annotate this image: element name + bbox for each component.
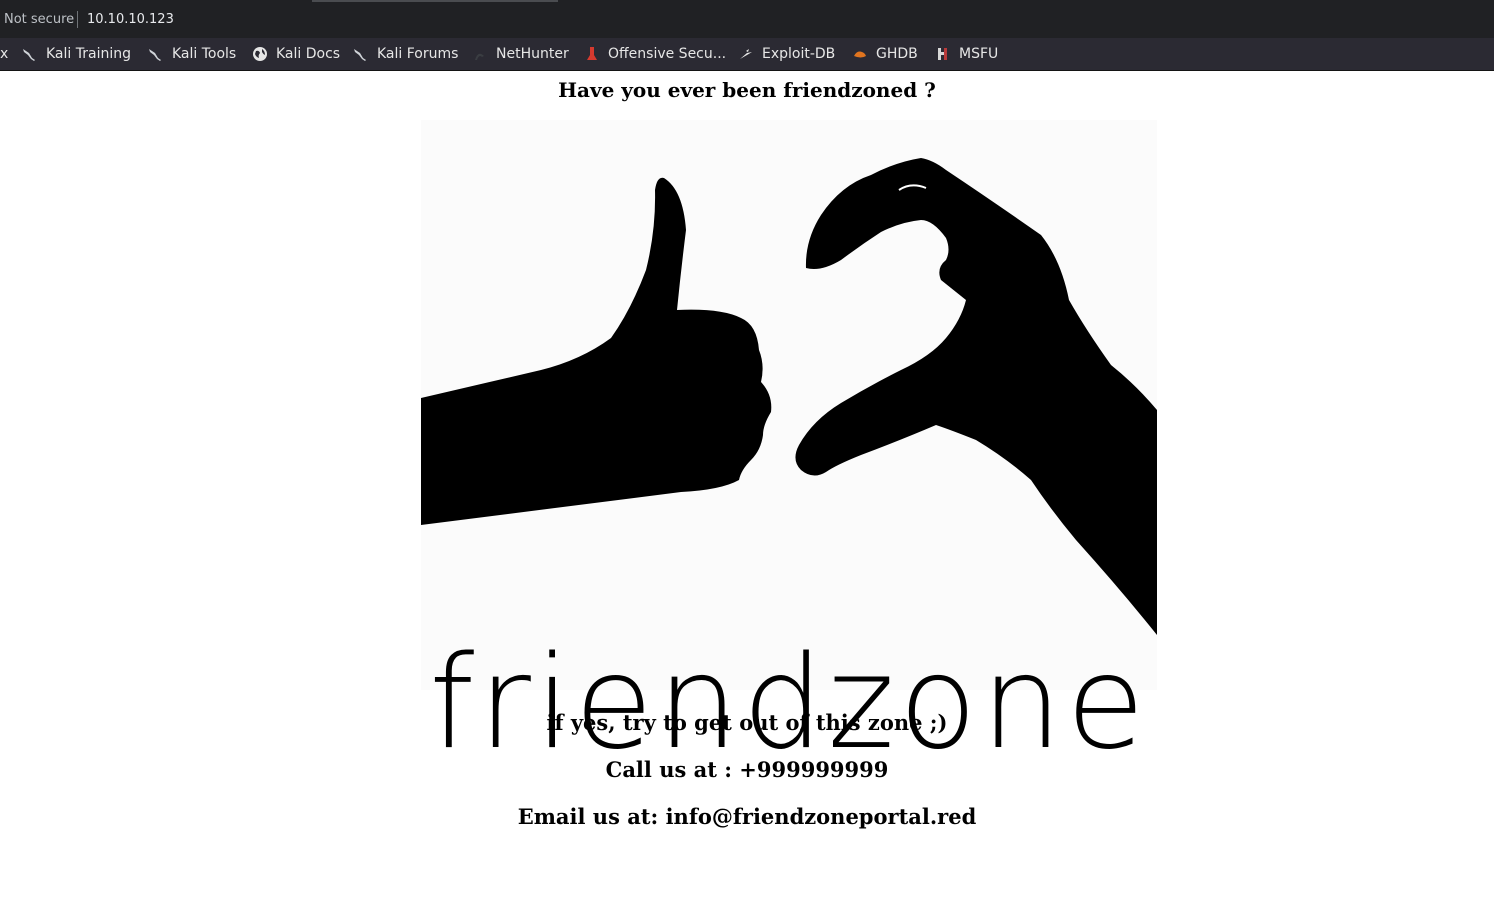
globe-icon	[252, 46, 268, 62]
exploit-db-icon	[738, 46, 754, 62]
offsec-icon	[584, 46, 600, 62]
url-text[interactable]: 10.10.10.123	[87, 12, 174, 27]
friendzone-hero-image: friendzone	[421, 120, 1157, 768]
page-headline: Have you ever been friendzoned ?	[558, 78, 936, 102]
bookmark-label: MSFU	[959, 46, 999, 62]
bookmark-kali-forums[interactable]: Kali Forums	[353, 43, 458, 65]
bookmark-label: Kali Forums	[377, 46, 459, 62]
kali-dragon-icon	[353, 46, 369, 62]
tagline-text: if yes, try to get out of this zone ;)	[546, 710, 948, 735]
bookmark-offensive-security[interactable]: Offensive Secu...	[584, 43, 726, 65]
bookmark-label: Kali Tools	[172, 46, 237, 62]
bookmark-kali-training[interactable]: Kali Training	[22, 43, 131, 65]
url-divider	[77, 11, 78, 28]
msfu-icon	[935, 46, 951, 62]
bookmark-label: Kali Docs	[276, 46, 341, 62]
bookmark-label: Kali Training	[46, 46, 131, 62]
bookmark-kali-tools[interactable]: Kali Tools	[148, 43, 236, 65]
active-tab-indicator	[312, 0, 558, 2]
bookmark-label: Exploit-DB	[762, 46, 836, 62]
bookmark-nethunter[interactable]: NetHunter	[472, 43, 569, 65]
bookmark-kali-docs[interactable]: Kali Docs	[252, 43, 340, 65]
bookmark-label: NetHunter	[496, 46, 569, 62]
address-bar[interactable]: Not secure 10.10.10.123	[0, 0, 1494, 38]
bookmark-ghdb[interactable]: GHDB	[852, 43, 918, 65]
bookmark-label: Offensive Secu...	[608, 46, 727, 62]
kali-dragon-icon	[22, 46, 38, 62]
bookmarks-bar: x Kali Training Kali Tools Kali Docs Kal…	[0, 38, 1494, 71]
bookmark-msfu[interactable]: MSFU	[935, 43, 998, 65]
friendzone-logo-text: friendzone	[429, 629, 1149, 778]
security-indicator[interactable]: Not secure	[4, 12, 74, 27]
bookmark-item[interactable]: x	[0, 43, 8, 65]
bookmark-exploit-db[interactable]: Exploit-DB	[738, 43, 835, 65]
email-text: Email us at: info@friendzoneportal.red	[517, 804, 977, 829]
kali-dragon-icon	[148, 46, 164, 62]
nethunter-icon	[472, 46, 488, 62]
hands-silhouette-graphic	[421, 158, 1157, 635]
bookmark-label: x	[0, 46, 9, 62]
phone-text: Call us at : +999999999	[605, 757, 889, 782]
bookmark-label: GHDB	[876, 46, 918, 62]
ghdb-icon	[852, 46, 868, 62]
